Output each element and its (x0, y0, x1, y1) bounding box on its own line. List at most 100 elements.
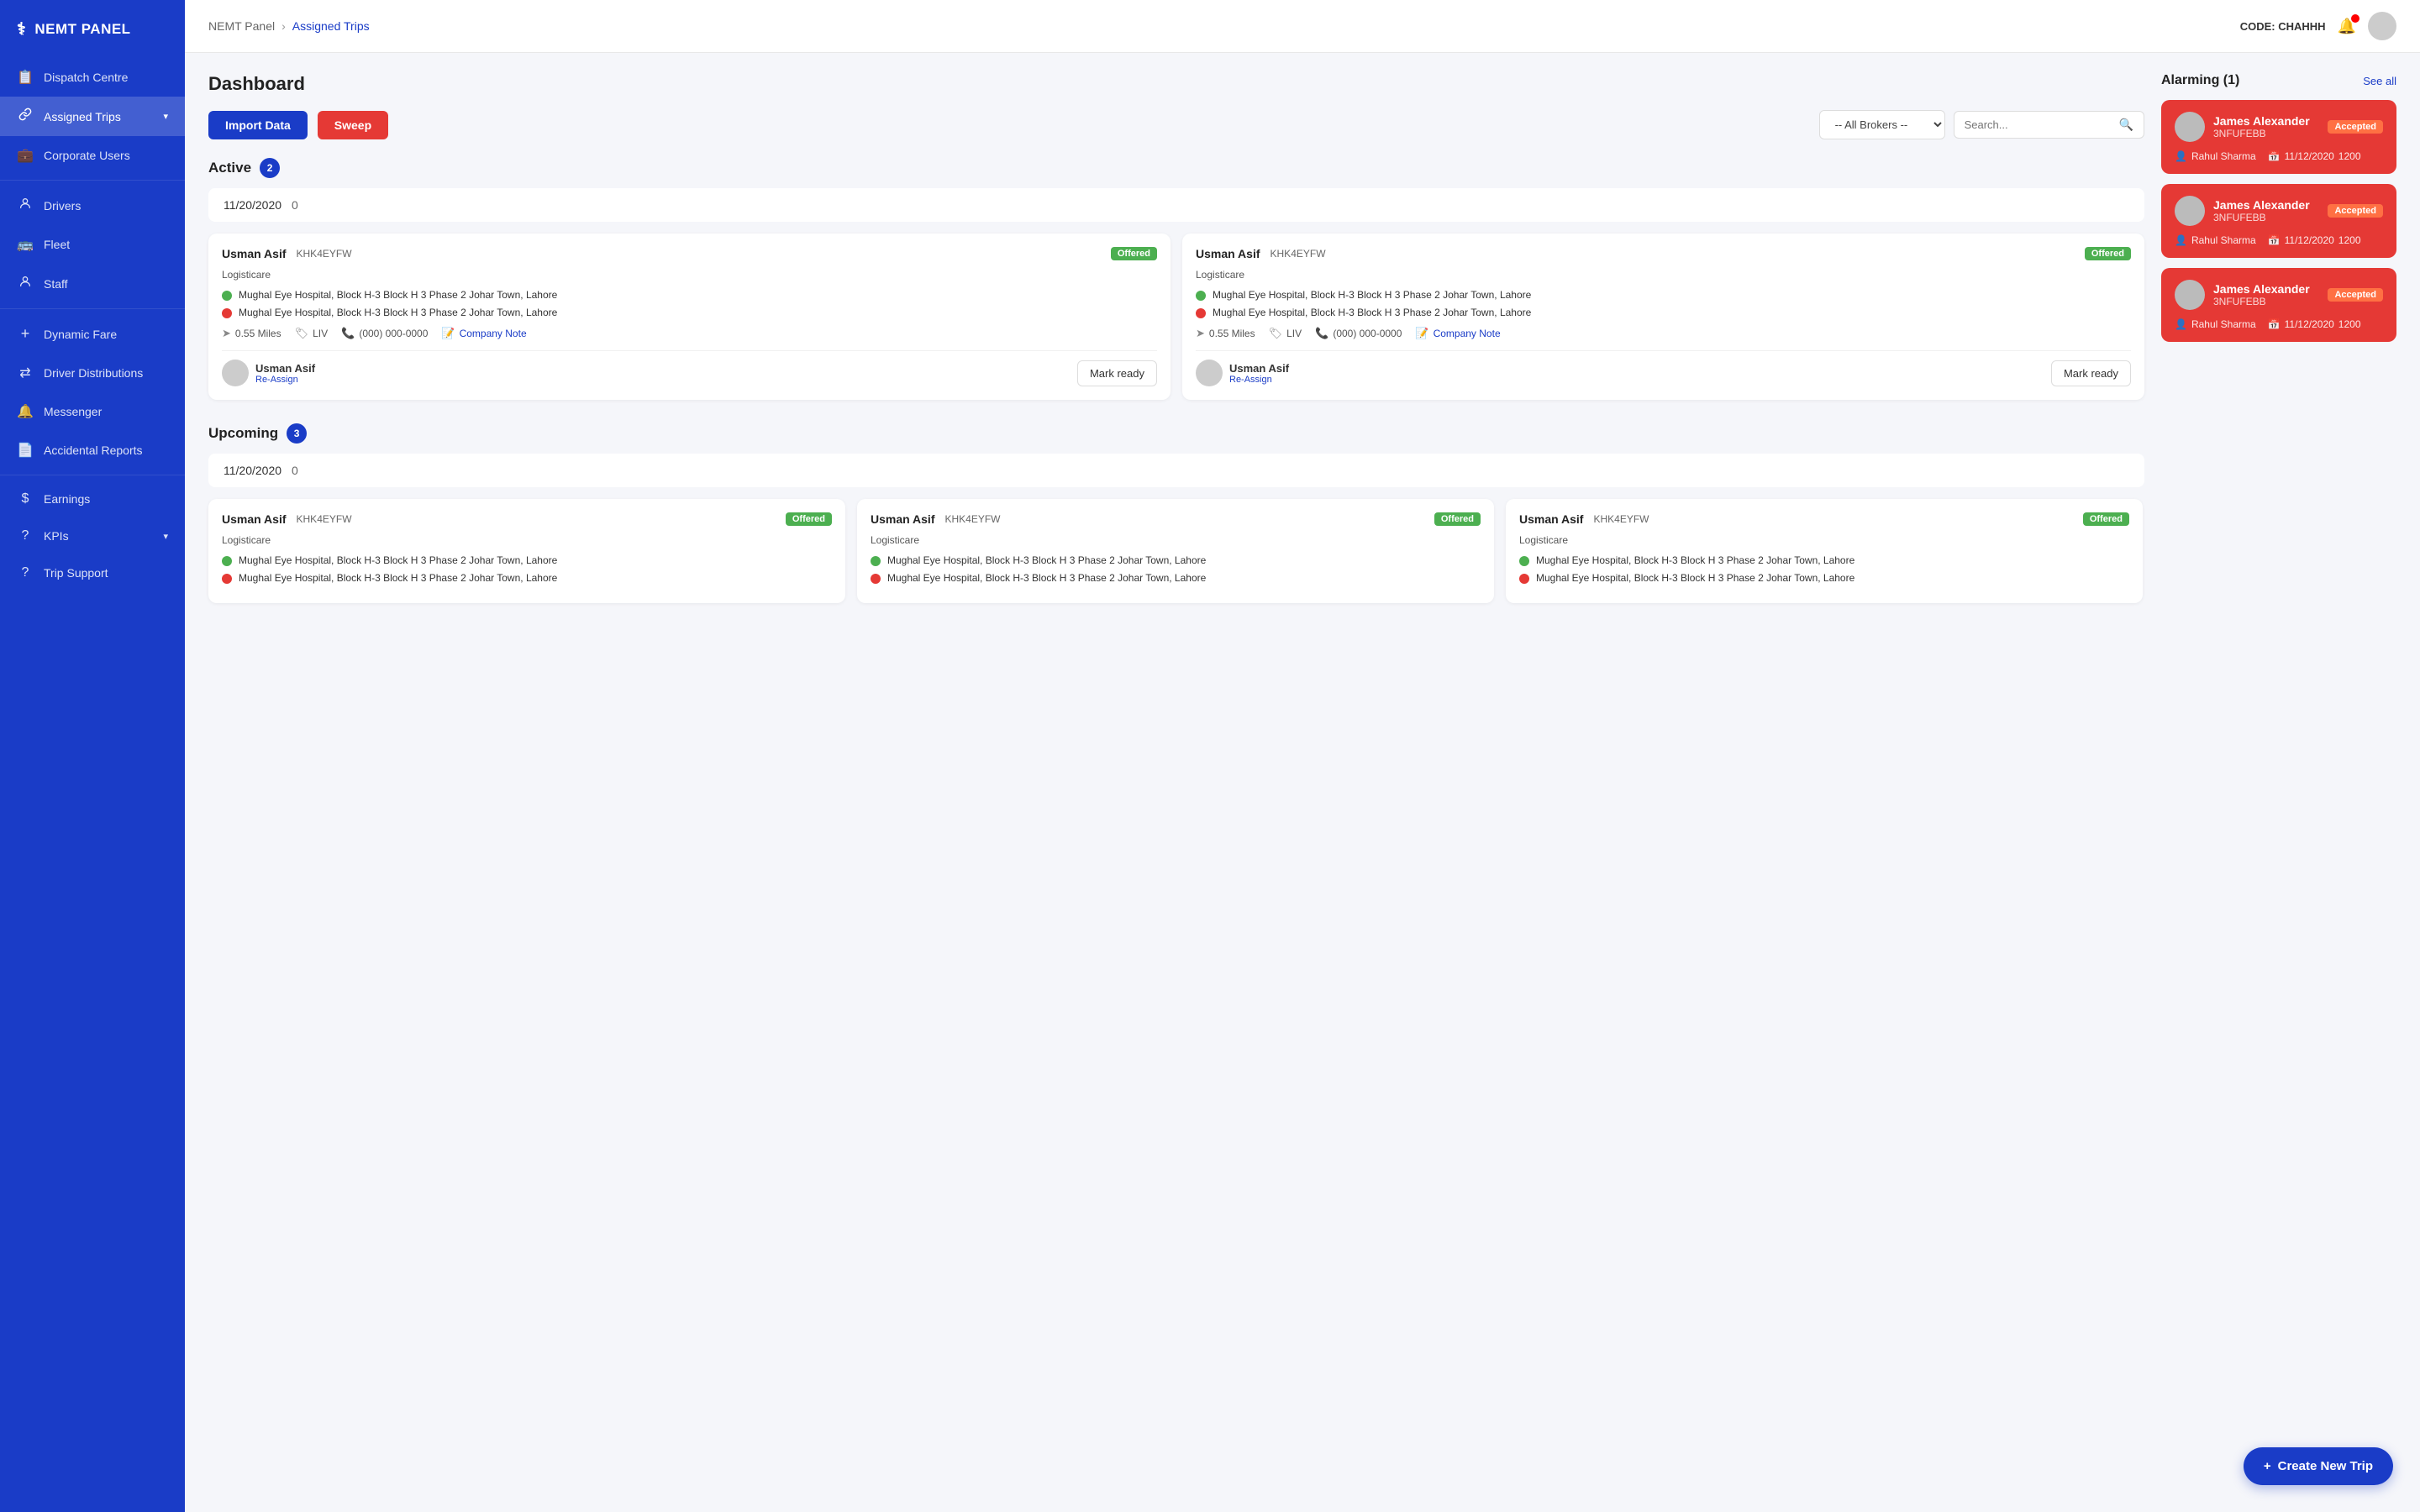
note-meta[interactable]: 📝 Company Note (1415, 327, 1500, 340)
sidebar-item-accidental-reports[interactable]: 📄 Accidental Reports (0, 431, 185, 470)
kpis-icon: ? (17, 528, 34, 543)
sweep-button[interactable]: Sweep (318, 111, 388, 139)
trip-code: KHK4EYFW (945, 513, 1001, 525)
import-data-button[interactable]: Import Data (208, 111, 308, 139)
calendar-icon: 📅 (2268, 234, 2281, 246)
chevron-icon: ▾ (163, 111, 168, 122)
mark-ready-button[interactable]: Mark ready (1077, 360, 1157, 386)
driver-info: Usman Asif Re-Assign (1196, 360, 1289, 386)
trip-dropoff-location: Mughal Eye Hospital, Block H-3 Block H 3… (222, 572, 832, 584)
sidebar-item-dynamic-fare[interactable]: + Dynamic Fare (0, 314, 185, 354)
company-note-link[interactable]: Company Note (1434, 328, 1501, 339)
sidebar-label-staff: Staff (44, 277, 68, 291)
alarm-driver-name: James Alexander (2213, 114, 2310, 128)
sidebar-item-earnings[interactable]: $ Earnings (0, 480, 185, 517)
notification-badge (2351, 14, 2360, 23)
alarming-panel: Alarming (1) See all James Alexander 3NF… (2161, 73, 2396, 1492)
alarm-info: James Alexander 3NFUFEBB (2213, 198, 2310, 223)
upcoming-section-header: Upcoming 3 (208, 423, 2144, 444)
trip-pickup-location: Mughal Eye Hospital, Block H-3 Block H 3… (222, 289, 1157, 301)
rider-name: Rahul Sharma (2191, 318, 2256, 330)
avatar[interactable] (2368, 12, 2396, 40)
sidebar-label-fleet: Fleet (44, 238, 70, 251)
rider-icon: 👤 (2175, 234, 2187, 246)
alarm-status-badge: Accepted (2328, 204, 2383, 218)
alarm-card: James Alexander 3NFUFEBB Accepted 👤 Rahu… (2161, 268, 2396, 342)
page-title: Dashboard (208, 73, 2144, 95)
dropoff-address: Mughal Eye Hospital, Block H-3 Block H 3… (1536, 572, 1854, 584)
rider-icon: 👤 (2175, 318, 2187, 330)
alarm-date: 11/12/2020 (2285, 318, 2334, 330)
reassign-button[interactable]: Re-Assign (1229, 375, 1289, 385)
driver-avatar (1196, 360, 1223, 386)
trip-meta: ➤ 0.55 Miles 🏷 LIV 📞 (000) 000-0000 (1196, 327, 2131, 340)
miles-value: 0.55 Miles (1209, 328, 1255, 339)
broker-select[interactable]: -- All Brokers -- (1819, 110, 1945, 139)
trip-driver-name: Usman Asif (222, 512, 287, 526)
phone-value: (000) 000-0000 (1333, 328, 1402, 339)
tag-meta: 🏷 LIV (295, 327, 329, 340)
trip-dropoff-location: Mughal Eye Hospital, Block H-3 Block H 3… (1196, 307, 2131, 318)
sidebar-label-corporate-users: Corporate Users (44, 149, 130, 162)
sidebar-item-corporate-users[interactable]: 💼 Corporate Users (0, 136, 185, 175)
content-area: Dashboard Import Data Sweep -- All Broke… (185, 53, 2420, 1512)
sidebar-item-messenger[interactable]: 🔔 Messenger (0, 392, 185, 431)
sidebar-item-staff[interactable]: Staff (0, 264, 185, 303)
sidebar-item-dispatch[interactable]: 📋 Dispatch Centre (0, 58, 185, 97)
alarm-datetime: 📅 11/12/2020 1200 (2268, 234, 2361, 246)
header-right: CODE: CHAHHH 🔔 (2240, 12, 2396, 40)
sidebar-item-drivers[interactable]: Drivers (0, 186, 185, 225)
trip-status-badge: Offered (2085, 247, 2131, 260)
trip-status-badge: Offered (786, 512, 832, 526)
alarm-footer: 👤 Rahul Sharma 📅 11/12/2020 1200 (2175, 150, 2383, 162)
trip-card-header: Usman Asif KHK4EYFW Offered (871, 512, 1481, 526)
sidebar-label-drivers: Drivers (44, 199, 81, 213)
trip-card: Usman Asif KHK4EYFW Offered Logisticare … (208, 499, 845, 603)
note-icon: 📝 (1415, 327, 1428, 340)
search-input[interactable] (1965, 118, 2112, 131)
notification-bell-button[interactable]: 🔔 (2338, 18, 2356, 35)
sidebar-label-dispatch: Dispatch Centre (44, 71, 128, 84)
sidebar-item-assigned-trips[interactable]: Assigned Trips ▾ (0, 97, 185, 136)
upcoming-count-badge: 3 (287, 423, 307, 444)
breadcrumb-parent[interactable]: NEMT Panel (208, 19, 275, 33)
create-new-trip-button[interactable]: + Create New Trip (2244, 1447, 2393, 1485)
upcoming-date-row: 11/20/2020 0 (208, 454, 2144, 487)
mark-ready-button[interactable]: Mark ready (2051, 360, 2131, 386)
trip-company: Logisticare (871, 534, 1481, 546)
dropoff-address: Mughal Eye Hospital, Block H-3 Block H 3… (887, 572, 1206, 584)
sidebar-label-assigned-trips: Assigned Trips (44, 110, 121, 123)
active-section-title: Active (208, 160, 251, 176)
trip-code: KHK4EYFW (1270, 248, 1326, 260)
alarm-info: James Alexander 3NFUFEBB (2213, 282, 2310, 307)
trip-dropoff-location: Mughal Eye Hospital, Block H-3 Block H 3… (222, 307, 1157, 318)
trip-pickup-location: Mughal Eye Hospital, Block H-3 Block H 3… (871, 554, 1481, 566)
reassign-button[interactable]: Re-Assign (255, 375, 315, 385)
driver-details: Usman Asif Re-Assign (255, 362, 315, 385)
toolbar-right: -- All Brokers -- 🔍 (1819, 110, 2144, 139)
sidebar-item-trip-support[interactable]: ? Trip Support (0, 554, 185, 591)
sidebar-item-driver-distributions[interactable]: ⇄ Driver Distributions (0, 354, 185, 392)
earnings-icon: $ (17, 491, 34, 507)
sidebar-label-messenger: Messenger (44, 405, 102, 418)
trip-meta: ➤ 0.55 Miles 🏷 LIV 📞 (000) 000-0000 (222, 327, 1157, 340)
note-meta[interactable]: 📝 Company Note (441, 327, 526, 340)
dropoff-dot-icon (871, 574, 881, 584)
dispatch-icon: 📋 (17, 69, 34, 86)
pickup-address: Mughal Eye Hospital, Block H-3 Block H 3… (887, 554, 1206, 566)
pickup-dot-icon (1519, 556, 1529, 566)
driver-distributions-icon: ⇄ (17, 365, 34, 381)
trip-footer: Usman Asif Re-Assign Mark ready (1196, 350, 2131, 386)
rider-name: Rahul Sharma (2191, 234, 2256, 246)
upcoming-date-count: 0 (292, 464, 298, 477)
company-note-link[interactable]: Company Note (460, 328, 527, 339)
trip-driver-name: Usman Asif (871, 512, 935, 526)
logo-icon: ⚕ (17, 18, 26, 39)
see-all-button[interactable]: See all (2363, 75, 2396, 87)
alarm-code: 3NFUFEBB (2213, 212, 2310, 223)
sidebar-item-fleet[interactable]: 🚌 Fleet (0, 225, 185, 264)
rider-name: Rahul Sharma (2191, 150, 2256, 162)
sidebar-item-kpis[interactable]: ? KPIs ▾ (0, 517, 185, 554)
trip-card-header: Usman Asif KHK4EYFW Offered (1196, 247, 2131, 260)
pickup-address: Mughal Eye Hospital, Block H-3 Block H 3… (1213, 289, 1531, 301)
